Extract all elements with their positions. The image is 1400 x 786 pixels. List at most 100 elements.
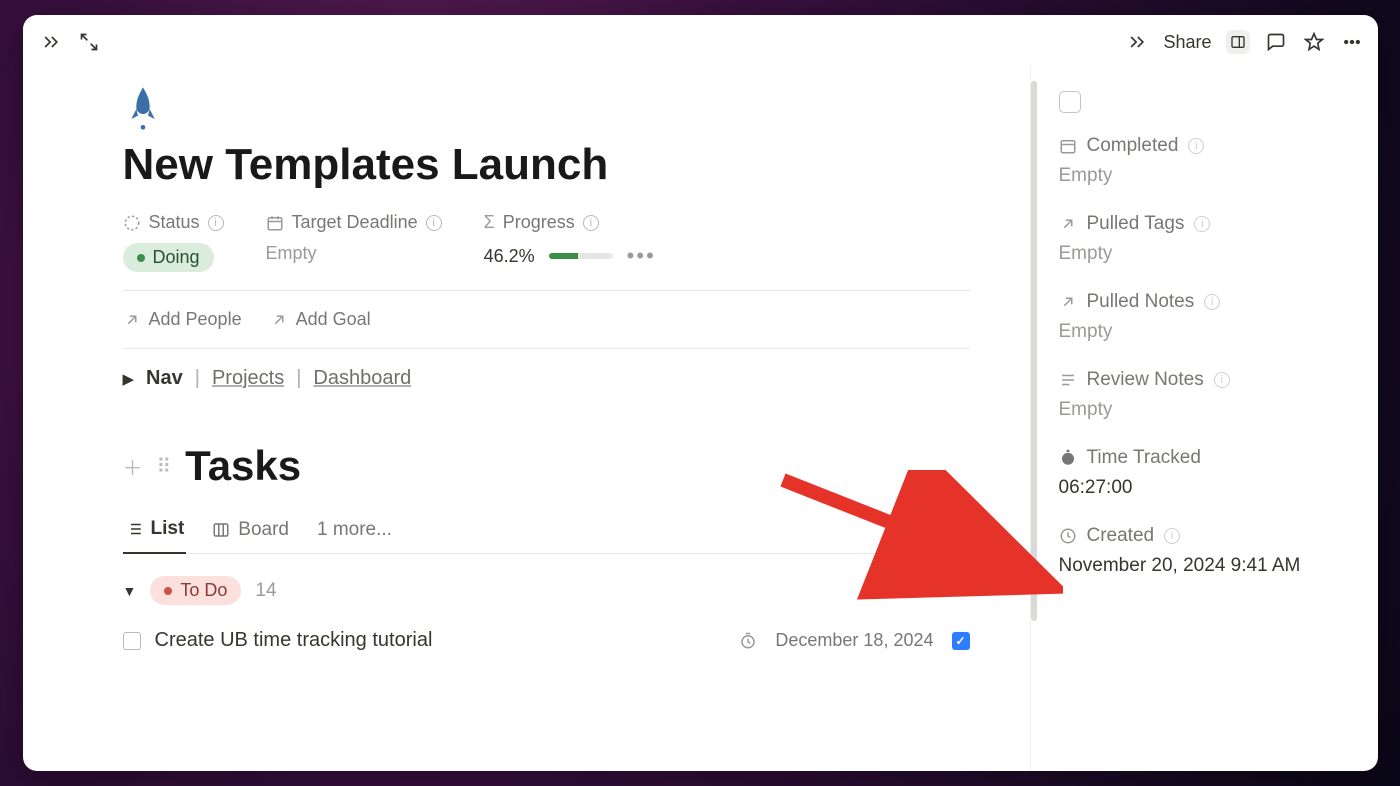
info-icon[interactable]: i <box>1164 528 1180 544</box>
sp-completed[interactable]: Completed i Empty <box>1059 135 1356 187</box>
properties-row: Status i Doing Target Deadline i Empty <box>123 212 970 272</box>
status-pill[interactable]: Doing <box>123 243 214 272</box>
info-icon[interactable]: i <box>1204 294 1220 310</box>
tab-more[interactable]: 1 more... <box>315 519 394 553</box>
sp-label: Pulled Notes <box>1087 291 1195 313</box>
topbar-right: Share <box>1125 30 1363 54</box>
page-icon[interactable] <box>123 85 970 138</box>
view-tabs: List Board 1 more... <box>123 518 970 554</box>
sp-review-notes[interactable]: Review Notes i Empty <box>1059 369 1356 421</box>
info-icon[interactable]: i <box>1188 138 1204 154</box>
expand-icon[interactable] <box>77 30 101 54</box>
panel-toggle-icon[interactable] <box>1226 30 1250 54</box>
progress-percent: 46.2% <box>484 246 535 267</box>
task-title[interactable]: Create UB time tracking tutorial <box>155 629 433 652</box>
divider <box>123 348 970 349</box>
add-goal-button[interactable]: Add Goal <box>270 309 371 330</box>
share-button[interactable]: Share <box>1163 32 1211 53</box>
progress-bar <box>549 253 613 259</box>
task-checkbox[interactable] <box>123 632 141 650</box>
nav-toggle-icon[interactable]: ▶ <box>123 370 135 388</box>
arrow-icon <box>270 311 288 329</box>
calendar-icon <box>266 214 284 232</box>
prop-progress: Σ Progress i 46.2% ••• <box>484 212 656 269</box>
history-expand-icon[interactable] <box>1125 30 1149 54</box>
progress-more-icon[interactable]: ••• <box>627 243 656 269</box>
nav-toggle-row: ▶ Nav | Projects | Dashboard <box>123 367 970 390</box>
sp-value[interactable]: Empty <box>1059 321 1356 343</box>
add-people-button[interactable]: Add People <box>123 309 242 330</box>
collapse-sidebar-icon[interactable] <box>39 30 63 54</box>
info-icon[interactable]: i <box>1194 216 1210 232</box>
sp-label: Completed <box>1087 135 1179 157</box>
comments-icon[interactable] <box>1264 30 1288 54</box>
nav-label: Nav <box>146 367 183 390</box>
action-links: Add People Add Goal <box>123 309 970 330</box>
sp-value[interactable]: Empty <box>1059 399 1356 421</box>
list-icon <box>125 520 143 538</box>
add-block-icon[interactable]: ＋ <box>123 452 143 481</box>
main-column: New Templates Launch Status i Doing Targ… <box>23 65 1030 771</box>
task-group-header[interactable]: ▼ To Do 14 <box>123 576 970 605</box>
sp-pulled-tags[interactable]: Pulled Tags i Empty <box>1059 213 1356 265</box>
task-checked-icon[interactable]: ✓ <box>952 632 970 650</box>
prop-status-label: Status <box>149 212 200 233</box>
calendar-icon <box>1059 137 1077 155</box>
sp-value[interactable]: 06:27:00 <box>1059 477 1356 499</box>
sp-value[interactable]: Empty <box>1059 243 1356 265</box>
task-row[interactable]: Create UB time tracking tutorial Decembe… <box>123 629 970 652</box>
info-icon[interactable]: i <box>426 215 442 231</box>
scrollbar[interactable] <box>1031 81 1037 621</box>
info-icon[interactable]: i <box>1214 372 1230 388</box>
divider <box>123 290 970 291</box>
task-meta: December 18, 2024 ✓ <box>739 630 969 651</box>
arrow-icon <box>123 311 141 329</box>
group-toggle-icon[interactable]: ▼ <box>123 583 137 599</box>
status-icon <box>123 214 141 232</box>
favorite-star-icon[interactable] <box>1302 30 1326 54</box>
group-count: 14 <box>255 580 276 602</box>
page-checkbox[interactable] <box>1059 91 1081 113</box>
nav-link-projects[interactable]: Projects <box>212 367 284 390</box>
topbar: Share <box>23 15 1378 65</box>
side-panel: Completed i Empty Pulled Tags i Empty Pu… <box>1030 65 1378 771</box>
sp-label: Time Tracked <box>1087 447 1201 469</box>
content-area: New Templates Launch Status i Doing Targ… <box>23 65 1378 771</box>
relation-icon <box>1059 215 1077 233</box>
progress-value-row: 46.2% ••• <box>484 243 656 269</box>
sp-label: Pulled Tags <box>1087 213 1185 235</box>
prop-deadline: Target Deadline i Empty <box>266 212 442 264</box>
group-pill[interactable]: To Do <box>150 576 241 605</box>
sp-label: Review Notes <box>1087 369 1204 391</box>
sp-created[interactable]: Created i November 20, 2024 9:41 AM <box>1059 525 1356 577</box>
app-window: Share New Templ <box>23 15 1378 771</box>
page-title[interactable]: New Templates Launch <box>123 140 970 190</box>
prop-deadline-label: Target Deadline <box>292 212 418 233</box>
relation-icon <box>1059 293 1077 311</box>
prop-progress-label: Progress <box>503 212 575 233</box>
task-date: December 18, 2024 <box>775 630 933 651</box>
deadline-value[interactable]: Empty <box>266 243 442 264</box>
tab-board[interactable]: Board <box>210 519 291 553</box>
sigma-icon: Σ <box>484 212 495 233</box>
stopwatch-icon <box>1059 449 1077 467</box>
clock-icon <box>1059 527 1077 545</box>
tasks-heading-row: ＋ ⠿ Tasks <box>123 442 970 490</box>
sp-time-tracked[interactable]: Time Tracked 06:27:00 <box>1059 447 1356 499</box>
tasks-heading[interactable]: Tasks <box>185 442 301 490</box>
timer-icon <box>739 632 757 650</box>
sp-label: Created <box>1087 525 1155 547</box>
tab-list[interactable]: List <box>123 518 187 554</box>
sp-pulled-notes[interactable]: Pulled Notes i Empty <box>1059 291 1356 343</box>
drag-handle-icon[interactable]: ⠿ <box>157 454 172 479</box>
board-icon <box>212 521 230 539</box>
sp-value[interactable]: Empty <box>1059 165 1356 187</box>
sp-value[interactable]: November 20, 2024 9:41 AM <box>1059 555 1356 577</box>
topbar-left <box>39 30 101 54</box>
more-menu-icon[interactable] <box>1340 30 1364 54</box>
prop-status: Status i Doing <box>123 212 224 272</box>
info-icon[interactable]: i <box>208 215 224 231</box>
nav-link-dashboard[interactable]: Dashboard <box>313 367 411 390</box>
text-icon <box>1059 371 1077 389</box>
info-icon[interactable]: i <box>583 215 599 231</box>
